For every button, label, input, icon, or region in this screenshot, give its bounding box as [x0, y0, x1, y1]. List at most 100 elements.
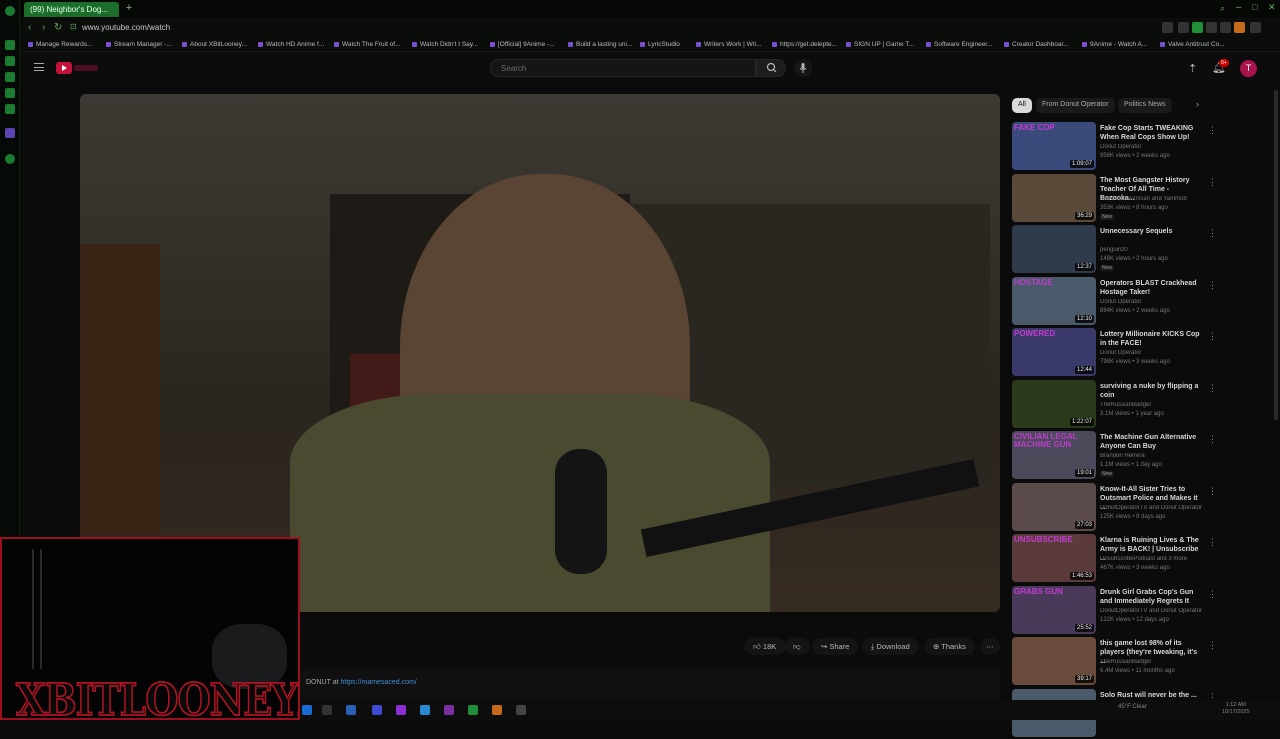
taskbar-app-icon[interactable] [396, 705, 406, 715]
recommendation-channel[interactable]: Brandon Herrera [1100, 453, 1210, 459]
recommendation-item[interactable]: POWERED 12:44 Lottery Millionaire KICKS Co… [1012, 328, 1217, 378]
create-upload-icon[interactable]: ⇡ [1188, 62, 1197, 75]
bookmark-item[interactable]: Creator Dashboar... [1004, 41, 1069, 48]
recommendation-item[interactable]: 27:03 Know-It-All Sister Tries to Outsmar… [1012, 482, 1217, 533]
sidebar-app-icon[interactable] [5, 72, 15, 82]
taskbar-app-icon[interactable] [372, 705, 382, 715]
taskbar-app-icon[interactable] [346, 705, 356, 715]
more-options-icon[interactable]: ⋮ [1208, 177, 1217, 188]
video-thumbnail[interactable]: 1:22:07 [1012, 379, 1096, 428]
more-options-icon[interactable]: ⋮ [1208, 486, 1217, 497]
sidebar-app-icon[interactable] [5, 56, 15, 66]
more-actions-button[interactable]: ⋯ [980, 638, 1000, 655]
more-options-icon[interactable]: ⋮ [1208, 640, 1217, 651]
sidebar-app-icon[interactable] [5, 104, 15, 114]
bookmark-item[interactable]: Watch Didn't I Say... [412, 41, 478, 48]
recommendation-channel[interactable]: penguinz0 [1100, 247, 1210, 253]
new-tab-button[interactable]: + [123, 2, 135, 14]
taskbar-app-icon[interactable] [516, 705, 526, 715]
taskbar-app-icon[interactable] [468, 705, 478, 715]
more-options-icon[interactable]: ⋮ [1208, 331, 1217, 342]
taskbar-app-icon[interactable] [420, 705, 430, 715]
hamburger-menu-icon[interactable] [34, 63, 44, 71]
sidebar-app-icon[interactable] [5, 40, 15, 50]
search-button[interactable] [756, 59, 786, 77]
video-thumbnail[interactable]: POWERED 12:44 [1012, 328, 1096, 376]
more-options-icon[interactable]: ⋮ [1208, 280, 1217, 291]
voice-search-button[interactable] [794, 59, 812, 77]
menu-icon[interactable] [1250, 22, 1261, 33]
taskbar-app-icon[interactable] [444, 705, 454, 715]
recommendation-title[interactable]: Lottery Millionaire KICKS Cop in the FAC… [1100, 330, 1204, 348]
taskbar-app-icon[interactable] [322, 705, 332, 715]
description-box[interactable]: DONUT at https://mamesaced.com/ [300, 668, 1000, 700]
bookmark-item[interactable]: https://get.delepte... [772, 41, 837, 48]
video-thumbnail[interactable]: 36:29 [1012, 173, 1096, 222]
extension-icon[interactable] [1192, 22, 1203, 33]
thanks-button[interactable]: ⊕ Thanks [924, 638, 975, 655]
reload-icon[interactable]: ↻ [54, 22, 62, 33]
browser-logo-icon[interactable] [5, 6, 15, 16]
video-thumbnail[interactable]: FAKE COP 1:09:07 [1012, 122, 1096, 170]
recommendation-item[interactable]: GRABS GUN 25:52 Drunk Girl Grabs Cop's Gun… [1012, 585, 1217, 636]
recommendation-title[interactable]: Fake Cop Starts TWEAKING When Real Cops … [1100, 124, 1204, 142]
extension-icon[interactable] [1178, 22, 1189, 33]
more-options-icon[interactable]: ⋮ [1208, 589, 1217, 600]
more-options-icon[interactable]: ⋮ [1208, 434, 1217, 445]
chip-politics-news[interactable]: Politics News [1118, 98, 1172, 113]
recommendation-item[interactable]: 39:17 this game lost 98% of its players (… [1012, 637, 1217, 687]
recommendation-title[interactable]: The Machine Gun Alternative Anyone Can B… [1100, 433, 1204, 451]
recommendation-channel[interactable]: The Fat Electrician and Yammob [1100, 196, 1210, 202]
recommendation-item[interactable]: FAKE COP 1:09:07 Fake Cop Starts TWEAKING … [1012, 122, 1217, 172]
bookmark-item[interactable]: Manage Rewards... [28, 41, 92, 48]
recommendation-channel[interactable]: Donut Operator [1100, 299, 1210, 305]
recommendation-channel[interactable]: Donut Operator [1100, 350, 1210, 356]
bookmark-item[interactable]: Watch HD Anime f... [258, 41, 324, 48]
recommendation-item[interactable]: 1:22:07 surviving a nuke by flipping a co… [1012, 379, 1217, 430]
bookmark-item[interactable]: Writers Work | Wri... [696, 41, 762, 48]
more-options-icon[interactable]: ⋮ [1208, 383, 1217, 394]
bookmark-item[interactable]: Stream Manager -... [106, 41, 172, 48]
youtube-logo[interactable] [56, 62, 104, 74]
extension-icon[interactable] [1220, 22, 1231, 33]
dislike-button[interactable]: 👎︎ [784, 638, 810, 655]
account-avatar[interactable]: T [1240, 60, 1257, 77]
bookmark-item[interactable]: Build a lasting uni... [568, 41, 632, 48]
like-button[interactable]: 👍︎ 18K [744, 638, 786, 655]
search-input[interactable]: Search [490, 59, 756, 77]
recommendation-channel[interactable]: UnsubscribePodcast and 3 more [1100, 556, 1210, 562]
recommendation-title[interactable]: surviving a nuke by flipping a coin [1100, 382, 1204, 400]
page-scrollbar[interactable] [1274, 90, 1278, 420]
recommendation-title[interactable]: Solo Rust will never be the ... [1100, 691, 1204, 700]
share-button[interactable]: ↪ Share [812, 638, 859, 655]
recommendation-channel[interactable]: DonutOperatorTV and Donut Operator [1100, 608, 1210, 614]
back-icon[interactable]: ‹ [28, 22, 31, 33]
tab-active[interactable]: (99) Neighbor's Dog... [24, 2, 119, 17]
bookmark-item[interactable]: LyricStudio [640, 41, 680, 48]
recommendation-item[interactable]: UNSUBSCRIBE 1:46:53 Klarna is Ruining Live… [1012, 534, 1217, 584]
extension-icon[interactable] [1162, 22, 1173, 33]
bookmark-item[interactable]: 9Anime - Watch A... [1082, 41, 1147, 48]
more-options-icon[interactable]: ⋮ [1208, 228, 1217, 239]
taskbar-app-icon[interactable] [302, 705, 312, 715]
weather-widget[interactable]: 45°F Clear [1118, 704, 1147, 710]
forward-icon[interactable]: › [42, 22, 45, 33]
recommendation-channel[interactable]: Donut Operator [1100, 144, 1210, 150]
video-thumbnail[interactable]: GRABS GUN 25:52 [1012, 585, 1096, 634]
recommendation-title[interactable]: Unnecessary Sequels [1100, 227, 1204, 236]
bookmark-item[interactable]: SIGN UP | Game T... [846, 41, 914, 48]
recommendation-channel[interactable]: TheRussianBadger [1100, 402, 1210, 408]
search-tabs-icon[interactable]: ⌕ [1220, 3, 1225, 14]
site-info-icon[interactable]: ⊡ [70, 22, 77, 31]
bookmark-item[interactable]: About XBitLooney... [182, 41, 247, 48]
minimize-icon[interactable]: – [1236, 2, 1242, 13]
maximize-icon[interactable]: □ [1252, 2, 1257, 12]
video-thumbnail[interactable]: 27:03 [1012, 482, 1096, 531]
more-options-icon[interactable]: ⋮ [1208, 537, 1217, 548]
recommendation-title[interactable]: Drunk Girl Grabs Cop's Gun and Immediate… [1100, 588, 1204, 606]
chevron-right-icon[interactable]: › [1196, 99, 1199, 109]
video-thumbnail[interactable]: CIVILIAN LEGAL MACHINE GUN 19:01 [1012, 431, 1096, 479]
video-player[interactable] [80, 94, 1000, 612]
chip-all[interactable]: All [1012, 98, 1032, 113]
recommendation-channel[interactable]: DonutOperatorTV and Donut Operator [1100, 505, 1210, 511]
